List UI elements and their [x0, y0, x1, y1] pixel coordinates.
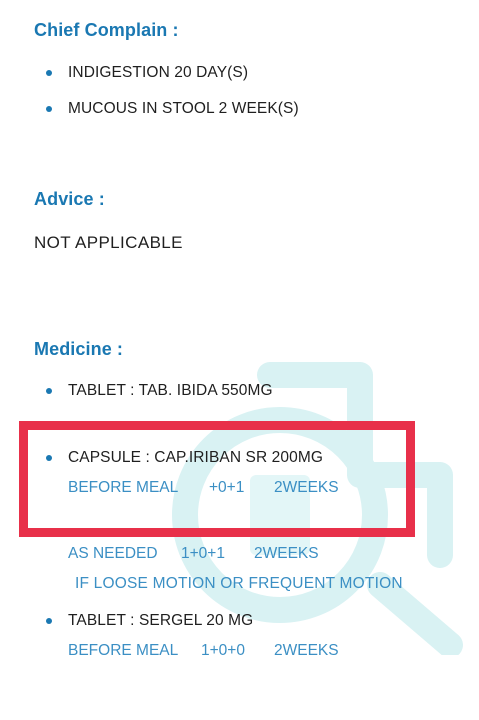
- dosage-timing: BEFORE MEAL: [68, 642, 179, 659]
- dosage-schedule: 1+0+1: [181, 545, 225, 562]
- dosage-row: AS NEEDED 1+0+1 2WEEKS: [68, 544, 368, 564]
- medicine-heading: Medicine :: [34, 339, 124, 359]
- medicine-item: TABLET : SERGEL 20 MG: [46, 611, 253, 631]
- medicine-name: TABLET : SERGEL 20 MG: [68, 612, 254, 629]
- dosage-duration: 2WEEKS: [274, 642, 339, 659]
- advice-text: NOT APPLICABLE: [34, 233, 183, 252]
- dosage-duration: 2WEEKS: [254, 545, 319, 562]
- medicine-item: TABLET : TAB. IBIDA 550MG: [46, 381, 273, 401]
- dosage-duration: 2WEEKS: [274, 479, 339, 496]
- bullet-dot-icon: [46, 618, 52, 624]
- list-item: MUCOUS IN STOOL 2 WEEK(S): [46, 99, 299, 119]
- dosage-row: BEFORE MEAL 1+0+0 2WEEKS: [68, 641, 368, 661]
- prescription-content: Chief Complain : INDIGESTION 20 DAY(S) M…: [0, 0, 479, 720]
- dosage-row: BEFORE MEAL +0+1 2WEEKS: [68, 478, 368, 498]
- dosage-schedule: +0+1: [209, 479, 245, 496]
- complaint-text: INDIGESTION 20 DAY(S): [68, 64, 249, 81]
- advice-heading: Advice :: [34, 189, 105, 209]
- bullet-dot-icon: [46, 455, 52, 461]
- list-item: INDIGESTION 20 DAY(S): [46, 63, 248, 83]
- dosage-schedule: 1+0+0: [201, 642, 245, 659]
- medicine-item: CAPSULE : CAP.IRIBAN SR 200MG: [46, 448, 323, 468]
- medicine-name: CAPSULE : CAP.IRIBAN SR 200MG: [68, 449, 324, 466]
- chief-complain-heading: Chief Complain :: [34, 20, 179, 40]
- dosage-note: IF LOOSE MOTION OR FREQUENT MOTION: [75, 575, 403, 592]
- dosage-timing: AS NEEDED: [68, 545, 158, 562]
- medicine-name: TABLET : TAB. IBIDA 550MG: [68, 382, 273, 399]
- complaint-text: MUCOUS IN STOOL 2 WEEK(S): [68, 100, 299, 117]
- bullet-dot-icon: [46, 388, 52, 394]
- bullet-dot-icon: [46, 106, 52, 112]
- bullet-dot-icon: [46, 70, 52, 76]
- dosage-timing: BEFORE MEAL: [68, 479, 179, 496]
